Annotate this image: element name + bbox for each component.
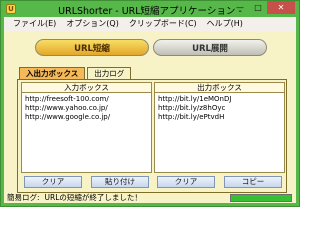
minimize-button[interactable]: —: [231, 1, 249, 14]
output-line: http://bit.ly/z8hOyc: [158, 104, 226, 112]
expand-url-button[interactable]: URL展開: [153, 39, 267, 56]
copy-button[interactable]: コピー: [224, 176, 282, 188]
output-textarea[interactable]: http://bit.ly/1eMOnDJ http://bit.ly/z8hO…: [154, 93, 285, 173]
io-panel: 入力ボックス http://freesoft-100.com/ http://w…: [17, 79, 287, 193]
input-line: http://www.google.co.jp/: [25, 113, 111, 121]
maximize-button[interactable]: □: [249, 1, 267, 14]
app-window: U URLShorter - URL短縮アプリケーション - — □ ✕ ファイ…: [0, 0, 300, 207]
output-box-header: 出力ボックス: [154, 82, 285, 93]
close-button[interactable]: ✕: [267, 1, 295, 14]
status-label: 簡易ログ:: [7, 193, 40, 202]
menu-options[interactable]: オプション(Q): [61, 17, 124, 31]
input-box: 入力ボックス http://freesoft-100.com/ http://w…: [21, 82, 152, 190]
output-clear-button[interactable]: クリア: [157, 176, 215, 188]
title-bar[interactable]: U URLShorter - URL短縮アプリケーション - — □ ✕: [1, 1, 299, 17]
menu-file[interactable]: ファイル(E): [8, 17, 61, 31]
output-box-buttons: クリア コピー: [154, 173, 285, 188]
output-box: 出力ボックス http://bit.ly/1eMOnDJ http://bit.…: [154, 82, 285, 190]
input-clear-button[interactable]: クリア: [24, 176, 82, 188]
shorten-url-button[interactable]: URL短縮: [35, 39, 149, 56]
progress-fill: [231, 195, 291, 201]
output-line: http://bit.ly/1eMOnDJ: [158, 95, 232, 103]
input-box-header: 入力ボックス: [21, 82, 152, 93]
menu-bar: ファイル(E) オプション(Q) クリップボード(C) ヘルプ(H): [4, 17, 296, 31]
paste-button[interactable]: 貼り付け: [91, 176, 149, 188]
input-line: http://www.yahoo.co.jp/: [25, 104, 108, 112]
window-controls: — □ ✕: [231, 1, 295, 14]
input-textarea[interactable]: http://freesoft-100.com/ http://www.yaho…: [21, 93, 152, 173]
status-bar: 簡易ログ: URLの短縮が終了しました！: [4, 193, 296, 203]
client-area: ファイル(E) オプション(Q) クリップボード(C) ヘルプ(H) URL短縮…: [4, 17, 296, 203]
output-line: http://bit.ly/ePtvdH: [158, 113, 225, 121]
input-line: http://freesoft-100.com/: [25, 95, 109, 103]
input-box-buttons: クリア 貼り付け: [21, 173, 152, 188]
status-message: URLの短縮が終了しました！: [44, 193, 142, 202]
menu-clipboard[interactable]: クリップボード(C): [124, 17, 202, 31]
menu-help[interactable]: ヘルプ(H): [202, 17, 248, 31]
progress-bar: [230, 194, 292, 202]
